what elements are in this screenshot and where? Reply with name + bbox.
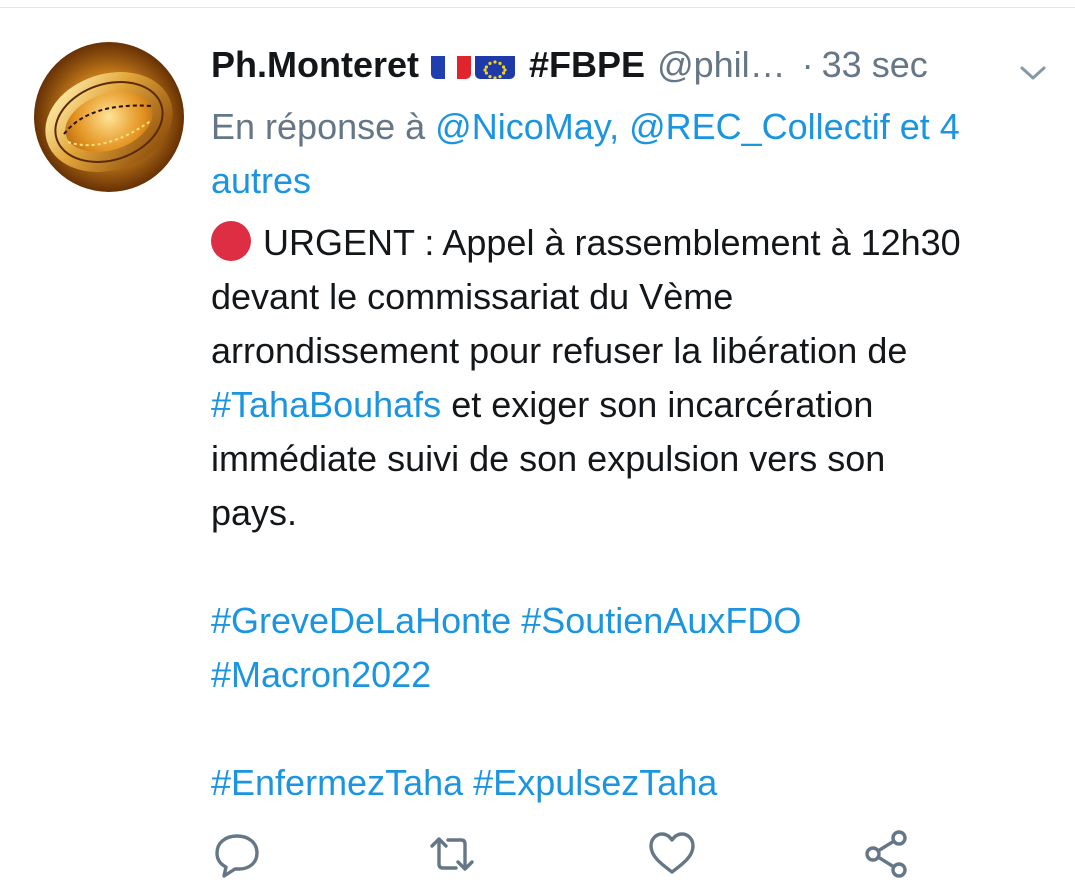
hashtag-link[interactable]: #SoutienAuxFDO xyxy=(521,600,801,641)
red-circle-emoji xyxy=(211,221,251,261)
reply-users-link[interactable]: @NicoMay, @REC_Collectif xyxy=(435,106,890,147)
separator-dot: · xyxy=(801,44,814,85)
text-line-1: URGENT : Appel à rassemblement à 12h30 xyxy=(263,222,961,263)
eu-flag-icon xyxy=(475,51,516,79)
share-icon[interactable] xyxy=(861,828,913,880)
text-line-2: devant le commissariat du Vème xyxy=(211,276,734,317)
hashtag-link[interactable]: #ExpulsezTaha xyxy=(473,762,717,803)
tweet-timestamp[interactable]: 33 sec xyxy=(822,44,928,86)
text-line-3: arrondissement pour refuser la libératio… xyxy=(211,330,908,371)
hashtag-link[interactable]: #EnfermezTaha xyxy=(211,762,463,803)
reply-joiner[interactable]: et xyxy=(900,106,930,147)
reply-prefix: En réponse à xyxy=(211,106,426,147)
tweet-header: Ph.Monteret #FBPE @phil… · 33 sec xyxy=(211,30,1056,100)
text-line: URGENT : Appel à rassemblement à 12h30 xyxy=(211,216,1056,270)
hashtag-line-1: #GreveDeLaHonte #SoutienAuxFDO xyxy=(211,594,1056,648)
name-hashtag: #FBPE xyxy=(529,44,646,85)
france-flag-icon xyxy=(431,51,472,79)
hashtag-link[interactable]: #TahaBouhafs xyxy=(211,384,441,425)
user-handle[interactable]: @phil… xyxy=(657,44,786,86)
tweet-content: Ph.Monteret #FBPE @phil… · 33 sec En rép… xyxy=(211,30,1056,810)
hashtag-link[interactable]: #Macron2022 xyxy=(211,654,431,695)
text-line-4: #TahaBouhafs et exiger son incarcération xyxy=(211,378,1056,432)
heart-icon[interactable] xyxy=(646,828,698,880)
ring-avatar-image xyxy=(34,42,184,192)
text-line-5: immédiate suivi de son expulsion vers so… xyxy=(211,438,886,479)
text-line-4-rest: et exiger son incarcération xyxy=(441,384,874,425)
reply-icon[interactable] xyxy=(211,828,263,880)
reply-context: En réponse à @NicoMay, @REC_Collectif et… xyxy=(211,100,1056,208)
tweet-actions xyxy=(211,828,911,884)
display-name[interactable]: Ph.Monteret xyxy=(211,44,419,86)
avatar[interactable] xyxy=(34,42,184,192)
tweet-body: URGENT : Appel à rassemblement à 12h30 d… xyxy=(211,216,1056,810)
text-line-6: pays. xyxy=(211,492,298,533)
top-divider xyxy=(0,0,1075,8)
hashtag-line-3: #EnfermezTaha #ExpulsezTaha xyxy=(211,756,1056,810)
chevron-down-icon[interactable] xyxy=(1018,52,1048,80)
hashtag-link[interactable]: #GreveDeLaHonte xyxy=(211,600,511,641)
retweet-icon[interactable] xyxy=(426,828,478,880)
hashtag-line-2: #Macron2022 xyxy=(211,648,1056,702)
